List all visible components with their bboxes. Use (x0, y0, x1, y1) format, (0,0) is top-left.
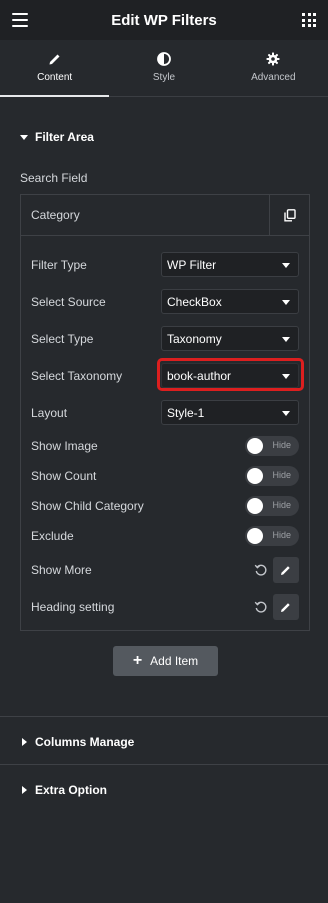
reset-icon[interactable] (254, 563, 268, 577)
select-source-label: Select Source (31, 295, 106, 309)
toggle-state-text: Hide (272, 440, 291, 450)
exclude-label: Exclude (31, 529, 74, 543)
exclude-toggle[interactable]: Hide (245, 526, 299, 546)
section-filter-area-title: Filter Area (35, 130, 94, 144)
panel-title: Edit WP Filters (111, 11, 217, 29)
chevron-down-icon (282, 337, 290, 342)
select-type-value: Taxonomy (167, 331, 222, 346)
tab-advanced[interactable]: Advanced (219, 40, 328, 96)
heading-setting-edit-button[interactable] (273, 594, 299, 620)
chevron-down-icon (282, 263, 290, 268)
toggle-state-text: Hide (272, 530, 291, 540)
reset-icon[interactable] (254, 600, 268, 614)
copy-icon (283, 208, 296, 221)
section-divider (0, 764, 328, 765)
show-more-edit-button[interactable] (273, 557, 299, 583)
repeater-item-header[interactable]: Category (21, 195, 309, 236)
tab-style[interactable]: Style (109, 40, 218, 96)
add-item-button[interactable]: + Add Item (113, 646, 218, 676)
section-extra-option[interactable]: Extra Option (22, 783, 107, 797)
pencil-icon (281, 566, 290, 575)
toggle-knob (247, 438, 263, 454)
layout-label: Layout (31, 406, 68, 420)
filter-type-value: WP Filter (167, 257, 217, 272)
repeater-item: Category Filter Type WP Filter Select So… (20, 194, 310, 631)
gear-icon (266, 52, 280, 66)
show-more-label: Show More (31, 563, 92, 577)
tab-content-label: Content (37, 72, 73, 83)
toggle-knob (247, 498, 263, 514)
widgets-grid-icon[interactable] (302, 13, 316, 27)
layout-value: Style-1 (167, 405, 205, 420)
half-circle-icon (157, 52, 171, 66)
pencil-icon (281, 603, 290, 612)
pencil-icon (49, 54, 60, 65)
show-count-label: Show Count (31, 469, 97, 483)
show-child-category-label: Show Child Category (31, 499, 144, 513)
tab-advanced-label: Advanced (251, 72, 296, 83)
toggle-state-text: Hide (272, 470, 291, 480)
toggle-knob (247, 468, 263, 484)
caret-right-icon (22, 738, 27, 746)
section-columns-manage[interactable]: Columns Manage (22, 735, 134, 749)
caret-down-icon (20, 134, 28, 140)
caret-right-icon (22, 786, 27, 794)
chevron-down-icon (282, 411, 290, 416)
select-source-value: CheckBox (167, 294, 222, 309)
show-image-toggle[interactable]: Hide (245, 436, 299, 456)
show-image-label: Show Image (31, 439, 98, 453)
heading-setting-label: Heading setting (31, 600, 115, 614)
section-extra-option-title: Extra Option (35, 783, 108, 797)
select-taxonomy-label: Select Taxonomy (31, 369, 123, 383)
search-field-label: Search Field (20, 171, 88, 185)
highlight-annotation (157, 358, 304, 391)
filter-type-select[interactable]: WP Filter (161, 252, 299, 277)
tab-content[interactable]: Content (0, 40, 110, 97)
add-item-label: Add Item (150, 654, 199, 668)
panel-tabs: Content Style Advanced (0, 40, 328, 97)
filter-type-label: Filter Type (31, 258, 87, 272)
section-columns-manage-title: Columns Manage (35, 735, 135, 749)
repeater-item-title: Category (31, 208, 80, 222)
select-type-label: Select Type (31, 332, 94, 346)
tab-style-label: Style (152, 72, 176, 83)
toggle-state-text: Hide (272, 500, 291, 510)
plus-icon: + (132, 652, 143, 669)
show-count-toggle[interactable]: Hide (245, 466, 299, 486)
chevron-down-icon (282, 300, 290, 305)
hamburger-menu-icon[interactable] (12, 13, 28, 27)
layout-select[interactable]: Style-1 (161, 400, 299, 425)
select-type-select[interactable]: Taxonomy (161, 326, 299, 351)
panel-header: Edit WP Filters (0, 0, 328, 40)
section-divider (0, 716, 328, 717)
toggle-knob (247, 528, 263, 544)
show-child-category-toggle[interactable]: Hide (245, 496, 299, 516)
select-source-select[interactable]: CheckBox (161, 289, 299, 314)
section-filter-area[interactable]: Filter Area (20, 130, 94, 144)
duplicate-button[interactable] (269, 195, 309, 235)
